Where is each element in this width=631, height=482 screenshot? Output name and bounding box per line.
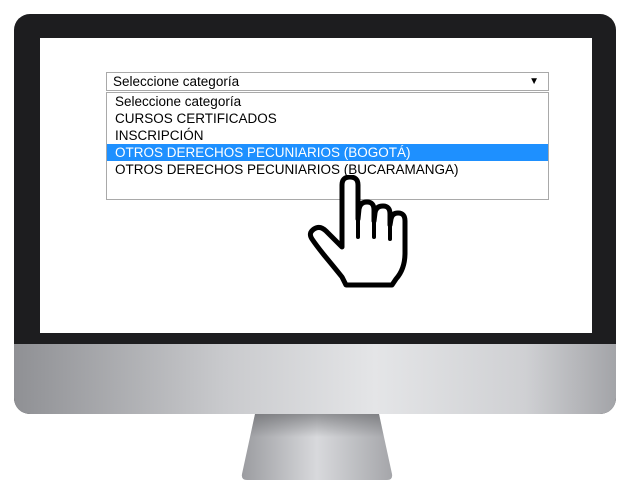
monitor-chin — [14, 344, 616, 414]
chevron-down-icon[interactable]: ▼ — [529, 73, 539, 90]
dropdown-option[interactable]: Seleccione categoría — [107, 93, 548, 110]
hand-pointer-icon — [307, 175, 408, 288]
monitor-stand — [241, 414, 393, 480]
dropdown-option[interactable]: CURSOS CERTIFICADOS — [107, 110, 548, 127]
dropdown-option-highlighted[interactable]: OTROS DERECHOS PECUNIARIOS (BOGOTÁ) — [107, 144, 548, 161]
category-select[interactable]: Seleccione categoría ▼ — [106, 72, 549, 91]
category-select-value: Seleccione categoría — [113, 74, 240, 89]
dropdown-option[interactable]: INSCRIPCIÓN — [107, 127, 548, 144]
monitor-illustration: Seleccione categoría ▼ Seleccione catego… — [0, 0, 631, 482]
